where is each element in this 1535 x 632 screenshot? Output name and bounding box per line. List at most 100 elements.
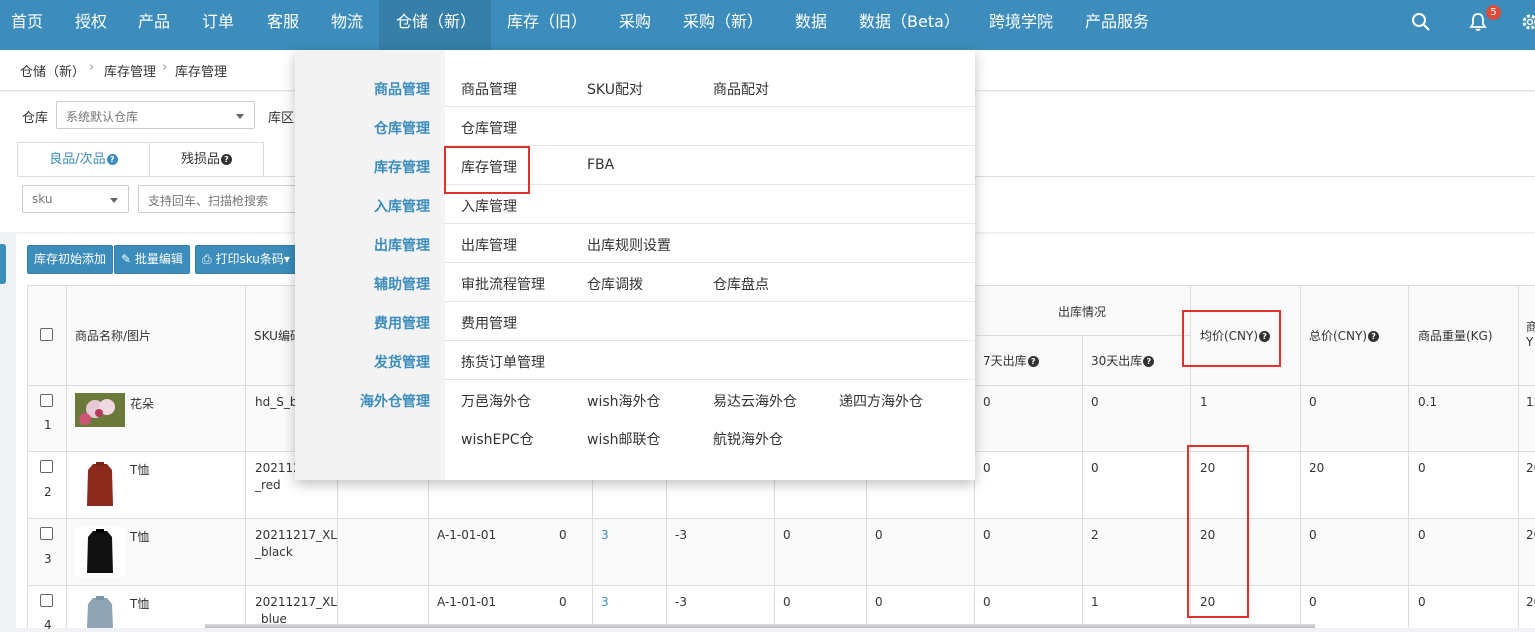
side-toggle-handle[interactable] xyxy=(0,244,6,284)
menu-link-overseas-hangrui[interactable]: 航锐海外仓 xyxy=(713,429,783,449)
menu-link-product-pairing[interactable]: 商品配对 xyxy=(713,79,769,99)
row-checkbox[interactable] xyxy=(40,460,53,473)
qty-link[interactable]: 3 xyxy=(601,595,609,609)
horizontal-scrollbar[interactable] xyxy=(205,624,1315,628)
batch-edit-label: 批量编辑 xyxy=(134,252,183,266)
select-all-checkbox[interactable] xyxy=(40,328,53,341)
menu-link-outbound-mgmt[interactable]: 出库管理 xyxy=(461,235,517,255)
nav-purchase[interactable]: 采购 xyxy=(619,0,651,50)
search-type-select[interactable]: sku xyxy=(22,185,129,213)
menu-category-product: 商品管理 xyxy=(374,82,430,98)
tab-good-defective[interactable]: 良品/次品? xyxy=(17,142,150,177)
nav-academy[interactable]: 跨境学院 xyxy=(989,0,1053,50)
nav-products[interactable]: 产品 xyxy=(138,0,170,50)
row-checkbox[interactable] xyxy=(40,594,53,607)
product-thumbnail-blue-tshirt[interactable] xyxy=(75,594,125,628)
nav-purchase-new[interactable]: 采购（新） xyxy=(683,0,763,50)
menu-link-overseas-yidayun[interactable]: 易达云海外仓 xyxy=(713,391,797,411)
row-index: 2 xyxy=(44,485,52,499)
bell-icon[interactable] xyxy=(1468,12,1488,32)
menu-link-product-mgmt[interactable]: 商品管理 xyxy=(461,79,517,99)
menu-divider xyxy=(445,106,975,107)
search-placeholder: 支持回车、扫描枪搜索 xyxy=(148,194,269,208)
print-sku-button[interactable]: ⎙ 打印sku条码▾ xyxy=(195,245,297,274)
total-price: 0 xyxy=(1309,528,1317,542)
init-add-button[interactable]: 库存初始添加 xyxy=(27,245,114,274)
grid-line xyxy=(1082,335,1083,628)
tab-damaged[interactable]: 残损品? xyxy=(149,142,264,177)
menu-link-overseas-4px[interactable]: 递四方海外仓 xyxy=(839,391,923,411)
grid-line xyxy=(1408,285,1409,628)
col-header-total-price: 总价(CNY)? xyxy=(1309,327,1380,344)
help-icon[interactable]: ? xyxy=(1368,331,1380,342)
zone-label: 库区 xyxy=(268,111,295,126)
out-30day: 2 xyxy=(1091,528,1099,542)
menu-link-outbound-rules[interactable]: 出库规则设置 xyxy=(587,235,671,255)
top-navbar: 首页 授权 产品 订单 客服 物流 仓储（新） 库存（旧） 采购 采购（新） 数… xyxy=(0,0,1535,50)
batch-edit-button[interactable]: ✎ 批量编辑 xyxy=(114,245,190,274)
nav-data[interactable]: 数据 xyxy=(795,0,827,50)
out-7day: 0 xyxy=(983,595,991,609)
row-checkbox[interactable] xyxy=(40,527,53,540)
help-icon[interactable]: ? xyxy=(1027,356,1039,367)
breadcrumb-item[interactable]: 库存管理 xyxy=(104,61,156,80)
menu-link-overseas-wish-youlian[interactable]: wish邮联仓 xyxy=(587,429,661,449)
menu-category-warehouse: 仓库管理 xyxy=(374,121,430,137)
breadcrumb-item[interactable]: 仓储（新） xyxy=(20,61,85,80)
nav-home[interactable]: 首页 xyxy=(11,0,43,50)
nav-product-services[interactable]: 产品服务 xyxy=(1085,0,1149,50)
sku-code-suffix: _black xyxy=(255,545,293,559)
help-icon[interactable]: ? xyxy=(1143,356,1155,367)
printer-icon: ⎙ xyxy=(202,252,212,266)
row-checkbox[interactable] xyxy=(40,394,53,407)
sku-code: hd_S_b xyxy=(255,395,298,409)
help-icon[interactable]: ? xyxy=(221,154,232,165)
qty-link[interactable]: 3 xyxy=(601,528,609,542)
weight: 0 xyxy=(1418,461,1426,475)
search-icon[interactable] xyxy=(1411,12,1431,32)
warehouse-select[interactable]: 系统默认仓库 xyxy=(56,101,255,129)
help-icon[interactable]: ? xyxy=(106,154,118,165)
warehouse-mega-menu: 商品管理 商品管理 SKU配对 商品配对 仓库管理 仓库管理 库存管理 库存管理… xyxy=(295,50,975,480)
highlight-box-avg-price-header xyxy=(1182,310,1281,367)
nav-warehouse-new[interactable]: 仓储（新） xyxy=(379,0,491,50)
menu-link-fba[interactable]: FBA xyxy=(587,157,614,173)
menu-link-overseas-wishepc[interactable]: wishEPC仓 xyxy=(461,429,534,449)
qty-value: 0 xyxy=(783,595,791,609)
warehouse-label: 仓库 xyxy=(22,111,49,126)
menu-link-overseas-wanyi[interactable]: 万邑海外仓 xyxy=(461,391,531,411)
menu-link-inbound-mgmt[interactable]: 入库管理 xyxy=(461,196,517,216)
product-thumbnail-flower[interactable] xyxy=(75,393,125,427)
search-input[interactable]: 支持回车、扫描枪搜索 xyxy=(138,185,298,213)
caret-down-icon: ▾ xyxy=(283,252,290,266)
grid-line xyxy=(1300,285,1301,628)
menu-link-warehouse-mgmt[interactable]: 仓库管理 xyxy=(461,118,517,138)
extra-value: 12 xyxy=(1526,395,1535,409)
product-name: T恤 xyxy=(130,530,150,544)
menu-link-warehouse-transfer[interactable]: 仓库调拨 xyxy=(587,274,643,294)
nav-inventory-old[interactable]: 库存（旧） xyxy=(507,0,587,50)
row-index: 3 xyxy=(44,552,52,566)
nav-customer-service[interactable]: 客服 xyxy=(267,0,299,50)
product-thumbnail-black-tshirt[interactable] xyxy=(75,527,125,577)
nav-data-beta[interactable]: 数据（Beta） xyxy=(859,0,960,50)
menu-link-fee-mgmt[interactable]: 费用管理 xyxy=(461,313,517,333)
product-thumbnail-red-tshirt[interactable] xyxy=(75,460,125,510)
menu-link-approval-flow[interactable]: 审批流程管理 xyxy=(461,274,545,294)
menu-link-overseas-wish[interactable]: wish海外仓 xyxy=(587,391,661,411)
row-index: 1 xyxy=(44,418,52,432)
nav-orders[interactable]: 订单 xyxy=(202,0,234,50)
gear-icon[interactable] xyxy=(1520,12,1535,32)
menu-link-picking-orders[interactable]: 拣货订单管理 xyxy=(461,352,545,372)
highlight-box-inventory-link xyxy=(444,146,530,194)
col-header-label: 总价(CNY) xyxy=(1309,329,1368,343)
edit-icon: ✎ xyxy=(121,252,132,266)
menu-divider xyxy=(445,301,975,302)
menu-link-stocktake[interactable]: 仓库盘点 xyxy=(713,274,769,294)
nav-logistics[interactable]: 物流 xyxy=(331,0,363,50)
menu-link-sku-pairing[interactable]: SKU配对 xyxy=(587,79,643,99)
out-30day: 1 xyxy=(1091,595,1099,609)
breadcrumb-current: 库存管理 xyxy=(175,65,228,80)
weight: 0.1 xyxy=(1418,395,1438,409)
nav-authorization[interactable]: 授权 xyxy=(75,0,107,50)
